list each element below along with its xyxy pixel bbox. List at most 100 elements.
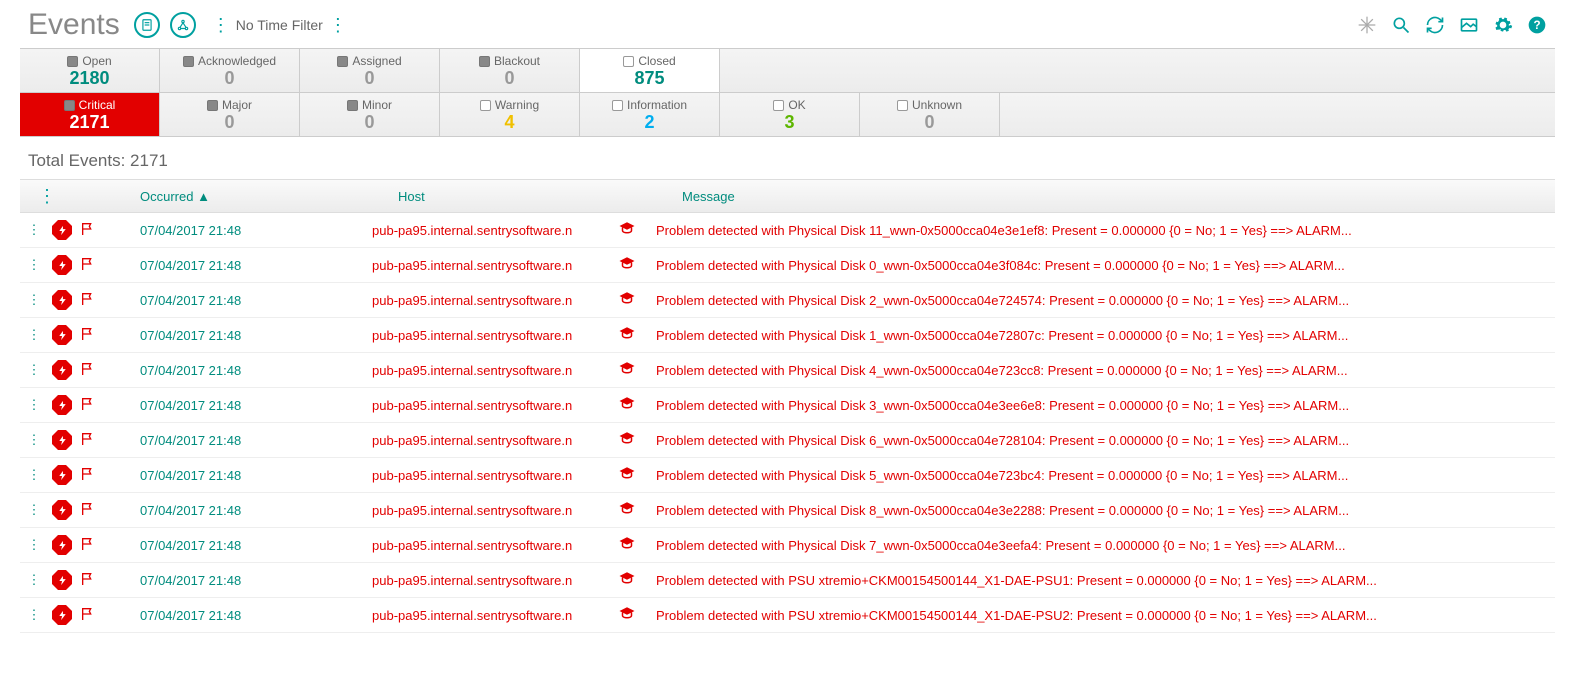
cell-message: Problem detected with Physical Disk 7_ww… bbox=[656, 538, 1555, 553]
row-menu-icon[interactable]: ⋮ bbox=[20, 397, 48, 413]
event-row[interactable]: ⋮07/04/2017 21:48pub-pa95.internal.sentr… bbox=[20, 353, 1555, 388]
image-icon[interactable] bbox=[1459, 15, 1479, 35]
cell-occurred: 07/04/2017 21:48 bbox=[114, 258, 372, 273]
cell-occurred: 07/04/2017 21:48 bbox=[114, 223, 372, 238]
column-message[interactable]: Message bbox=[682, 189, 1555, 204]
severity-icon bbox=[48, 395, 76, 415]
severity-tab-information[interactable]: Information2 bbox=[580, 93, 720, 136]
devices-icon[interactable] bbox=[134, 12, 160, 38]
severity-tab-major[interactable]: Major0 bbox=[160, 93, 300, 136]
flag-icon[interactable] bbox=[76, 606, 114, 625]
row-menu-icon[interactable]: ⋮ bbox=[20, 222, 48, 238]
search-icon[interactable] bbox=[1391, 15, 1411, 35]
graduation-cap-icon[interactable] bbox=[618, 605, 656, 626]
event-row[interactable]: ⋮ 07/04/2017 21:48pub-pa95.internal.sentr… bbox=[20, 563, 1555, 598]
flag-icon[interactable] bbox=[76, 361, 114, 380]
graduation-cap-icon[interactable] bbox=[618, 290, 656, 311]
row-menu-icon[interactable]: ⋮ bbox=[20, 502, 48, 518]
cell-host[interactable]: pub-pa95.internal.sentrysoftware.n bbox=[372, 608, 618, 623]
cell-occurred: 07/04/2017 21:48 bbox=[114, 468, 372, 483]
event-row[interactable]: ⋮ 07/04/2017 21:48pub-pa95.internal.sentr… bbox=[20, 248, 1555, 283]
event-row[interactable]: ⋮ 07/04/2017 21:48pub-pa95.internal.sentr… bbox=[20, 213, 1555, 248]
cell-host[interactable]: pub-pa95.internal.sentrysoftware.n bbox=[372, 433, 618, 448]
status-tab-closed[interactable]: Closed875 bbox=[580, 49, 720, 92]
graduation-cap-icon[interactable] bbox=[618, 395, 656, 416]
severity-tab-warning[interactable]: Warning4 bbox=[440, 93, 580, 136]
severity-icon bbox=[48, 360, 76, 380]
severity-tab-minor[interactable]: Minor0 bbox=[300, 93, 440, 136]
column-occurred[interactable]: Occurred ▲ bbox=[140, 189, 398, 204]
cell-host[interactable]: pub-pa95.internal.sentrysoftware.n bbox=[372, 538, 618, 553]
cell-message: Problem detected with Physical Disk 6_ww… bbox=[656, 433, 1555, 448]
time-filter-menu-icon[interactable]: ⋮ bbox=[329, 15, 347, 36]
status-tab-assigned[interactable]: Assigned0 bbox=[300, 49, 440, 92]
cell-host[interactable]: pub-pa95.internal.sentrysoftware.n bbox=[372, 328, 618, 343]
severity-tab-unknown[interactable]: Unknown0 bbox=[860, 93, 1000, 136]
page-header: Events ⋮ No Time Filter ⋮ ? bbox=[0, 0, 1575, 48]
graduation-cap-icon[interactable] bbox=[618, 465, 656, 486]
topology-icon[interactable] bbox=[170, 12, 196, 38]
severity-tab-critical[interactable]: Critical2171 bbox=[20, 93, 160, 136]
row-menu-icon[interactable]: ⋮ bbox=[20, 572, 48, 588]
event-row[interactable]: ⋮07/04/2017 21:48pub-pa95.internal.sentr… bbox=[20, 528, 1555, 563]
severity-tab-ok[interactable]: OK3 bbox=[720, 93, 860, 136]
row-menu-icon[interactable]: ⋮ bbox=[20, 537, 48, 553]
cell-host[interactable]: pub-pa95.internal.sentrysoftware.n bbox=[372, 468, 618, 483]
graduation-cap-icon[interactable] bbox=[618, 570, 656, 591]
cell-host[interactable]: pub-pa95.internal.sentrysoftware.n bbox=[372, 573, 618, 588]
row-menu-icon[interactable]: ⋮ bbox=[20, 432, 48, 448]
row-menu-icon[interactable]: ⋮ bbox=[20, 257, 48, 273]
flag-icon[interactable] bbox=[76, 326, 114, 345]
graduation-cap-icon[interactable] bbox=[618, 430, 656, 451]
severity-icon bbox=[48, 465, 76, 485]
flag-icon[interactable] bbox=[76, 466, 114, 485]
cell-host[interactable]: pub-pa95.internal.sentrysoftware.n bbox=[372, 258, 618, 273]
svg-text:?: ? bbox=[1533, 19, 1540, 32]
event-row[interactable]: ⋮ 07/04/2017 21:48pub-pa95.internal.sentr… bbox=[20, 458, 1555, 493]
header-menu-icon[interactable]: ⋮ bbox=[212, 15, 230, 36]
table-menu-icon[interactable]: ⋮ bbox=[38, 186, 56, 207]
event-row[interactable]: ⋮07/04/2017 21:48pub-pa95.internal.sentr… bbox=[20, 493, 1555, 528]
flag-icon[interactable] bbox=[76, 501, 114, 520]
flag-icon[interactable] bbox=[76, 221, 114, 240]
flag-icon[interactable] bbox=[76, 396, 114, 415]
graduation-cap-icon[interactable] bbox=[618, 360, 656, 381]
cell-host[interactable]: pub-pa95.internal.sentrysoftware.n bbox=[372, 503, 618, 518]
help-icon[interactable]: ? bbox=[1527, 15, 1547, 35]
snowflake-icon[interactable] bbox=[1357, 15, 1377, 35]
status-tab-acknowledged[interactable]: Acknowledged0 bbox=[160, 49, 300, 92]
event-row[interactable]: ⋮07/04/2017 21:48pub-pa95.internal.sentr… bbox=[20, 388, 1555, 423]
cell-host[interactable]: pub-pa95.internal.sentrysoftware.n bbox=[372, 398, 618, 413]
graduation-cap-icon[interactable] bbox=[618, 325, 656, 346]
column-host[interactable]: Host bbox=[398, 189, 682, 204]
event-row[interactable]: ⋮07/04/2017 21:48pub-pa95.internal.sentr… bbox=[20, 598, 1555, 633]
row-menu-icon[interactable]: ⋮ bbox=[20, 607, 48, 623]
graduation-cap-icon[interactable] bbox=[618, 220, 656, 241]
flag-icon[interactable] bbox=[76, 291, 114, 310]
row-menu-icon[interactable]: ⋮ bbox=[20, 292, 48, 308]
cell-occurred: 07/04/2017 21:48 bbox=[114, 573, 372, 588]
status-tabs: Open2180Acknowledged0Assigned0Blackout0C… bbox=[20, 48, 1555, 93]
graduation-cap-icon[interactable] bbox=[618, 500, 656, 521]
time-filter-label[interactable]: No Time Filter bbox=[236, 17, 323, 33]
flag-icon[interactable] bbox=[76, 571, 114, 590]
cell-occurred: 07/04/2017 21:48 bbox=[114, 433, 372, 448]
gear-icon[interactable] bbox=[1493, 15, 1513, 35]
status-tab-blackout[interactable]: Blackout0 bbox=[440, 49, 580, 92]
event-row[interactable]: ⋮07/04/2017 21:48pub-pa95.internal.sentr… bbox=[20, 283, 1555, 318]
row-menu-icon[interactable]: ⋮ bbox=[20, 362, 48, 378]
cell-host[interactable]: pub-pa95.internal.sentrysoftware.n bbox=[372, 363, 618, 378]
graduation-cap-icon[interactable] bbox=[618, 255, 656, 276]
flag-icon[interactable] bbox=[76, 536, 114, 555]
flag-icon[interactable] bbox=[76, 431, 114, 450]
graduation-cap-icon[interactable] bbox=[618, 535, 656, 556]
cell-host[interactable]: pub-pa95.internal.sentrysoftware.n bbox=[372, 223, 618, 238]
row-menu-icon[interactable]: ⋮ bbox=[20, 327, 48, 343]
status-tab-open[interactable]: Open2180 bbox=[20, 49, 160, 92]
cell-host[interactable]: pub-pa95.internal.sentrysoftware.n bbox=[372, 293, 618, 308]
row-menu-icon[interactable]: ⋮ bbox=[20, 467, 48, 483]
event-row[interactable]: ⋮ 07/04/2017 21:48pub-pa95.internal.sentr… bbox=[20, 423, 1555, 458]
event-row[interactable]: ⋮07/04/2017 21:48pub-pa95.internal.sentr… bbox=[20, 318, 1555, 353]
refresh-icon[interactable] bbox=[1425, 15, 1445, 35]
flag-icon[interactable] bbox=[76, 256, 114, 275]
